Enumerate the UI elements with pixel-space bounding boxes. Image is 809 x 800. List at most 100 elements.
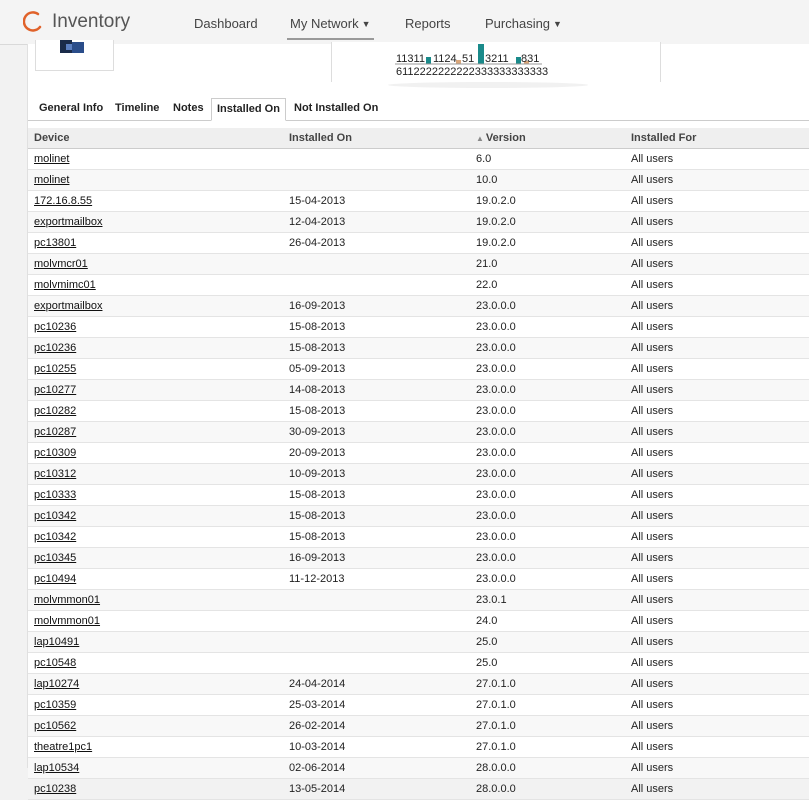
nav-dashboard[interactable]: Dashboard	[194, 16, 258, 31]
device-cell: pc13801	[28, 232, 283, 254]
device-link[interactable]: pc10277	[34, 384, 76, 396]
device-link[interactable]: lap10274	[34, 678, 79, 690]
table-row[interactable]: pc10277 14-08-2013 23.0.0.0 All users	[28, 379, 809, 401]
table-row[interactable]: pc10236 15-08-2013 23.0.0.0 All users	[28, 337, 809, 359]
table-row[interactable]: pc10548 25.0 All users	[28, 652, 809, 674]
installed-on-cell	[283, 631, 470, 653]
table-row[interactable]: molvmmon01 23.0.1 All users	[28, 589, 809, 611]
nav-purchasing[interactable]: Purchasing ▼	[485, 16, 562, 31]
device-link[interactable]: 172.16.8.55	[34, 195, 92, 207]
device-link[interactable]: molinet	[34, 174, 69, 186]
version-distribution-chart: 11311 1124 51 3211 831 61122222222223333…	[331, 42, 661, 82]
device-link[interactable]: molvmmon01	[34, 615, 100, 627]
device-link[interactable]: pc10255	[34, 363, 76, 375]
app-title[interactable]: Inventory	[52, 11, 130, 33]
device-link[interactable]: pc10494	[34, 573, 76, 585]
tab-general-info[interactable]: General Info	[34, 98, 108, 118]
table-row[interactable]: exportmailbox 16-09-2013 23.0.0.0 All users	[28, 295, 809, 317]
table-row[interactable]: pc10342 15-08-2013 23.0.0.0 All users	[28, 526, 809, 548]
table-row[interactable]: molinet 6.0 All users	[28, 148, 809, 170]
nav-my-network[interactable]: My Network ▼	[287, 16, 374, 40]
table-row[interactable]: exportmailbox 12-04-2013 19.0.2.0 All users	[28, 211, 809, 233]
tab-installed-on[interactable]: Installed On	[211, 98, 286, 121]
column-header-installed-for[interactable]: Installed For	[625, 128, 809, 149]
version-cell: 23.0.0.0	[470, 505, 625, 527]
installed-on-cell: 15-08-2013	[283, 484, 470, 506]
version-cell: 6.0	[470, 148, 625, 170]
device-cell: lap10274	[28, 673, 283, 695]
table-row[interactable]: lap10274 24-04-2014 27.0.1.0 All users	[28, 673, 809, 695]
table-row[interactable]: 172.16.8.55 15-04-2013 19.0.2.0 All users	[28, 190, 809, 212]
table-row[interactable]: pc10238 13-05-2014 28.0.0.0 All users	[28, 778, 809, 800]
table-row[interactable]: lap10534 02-06-2014 28.0.0.0 All users	[28, 757, 809, 779]
table-row[interactable]: theatre1pc1 10-03-2014 27.0.1.0 All users	[28, 736, 809, 758]
device-link[interactable]: exportmailbox	[34, 300, 102, 312]
device-cell: molvmimc01	[28, 274, 283, 296]
installed-for-cell: All users	[625, 526, 809, 548]
device-link[interactable]: pc10282	[34, 405, 76, 417]
device-cell: molinet	[28, 148, 283, 170]
installed-for-cell: All users	[625, 169, 809, 191]
table-row[interactable]: pc10236 15-08-2013 23.0.0.0 All users	[28, 316, 809, 338]
device-link[interactable]: pc10236	[34, 342, 76, 354]
device-link[interactable]: pc10562	[34, 720, 76, 732]
device-link[interactable]: molinet	[34, 153, 69, 165]
table-row[interactable]: molvmcr01 21.0 All users	[28, 253, 809, 275]
installed-for-cell: All users	[625, 400, 809, 422]
column-header-version[interactable]: ▲ Version	[470, 128, 625, 149]
installed-on-cell: 15-08-2013	[283, 526, 470, 548]
table-row[interactable]: molvmimc01 22.0 All users	[28, 274, 809, 296]
device-link[interactable]: lap10534	[34, 762, 79, 774]
tab-not-installed-on[interactable]: Not Installed On	[289, 98, 383, 118]
table-row[interactable]: pc13801 26-04-2013 19.0.2.0 All users	[28, 232, 809, 254]
device-link[interactable]: pc10359	[34, 699, 76, 711]
device-link[interactable]: molvmcr01	[34, 258, 88, 270]
device-link[interactable]: pc10287	[34, 426, 76, 438]
installed-for-cell: All users	[625, 379, 809, 401]
device-link[interactable]: pc10236	[34, 321, 76, 333]
tab-timeline[interactable]: Timeline	[110, 98, 164, 118]
device-cell: pc10236	[28, 337, 283, 359]
table-row[interactable]: pc10562 26-02-2014 27.0.1.0 All users	[28, 715, 809, 737]
table-row[interactable]: molinet 10.0 All users	[28, 169, 809, 191]
chevron-down-icon: ▼	[553, 19, 562, 29]
device-link[interactable]: pc10333	[34, 489, 76, 501]
installed-on-cell: 12-04-2013	[283, 211, 470, 233]
device-link[interactable]: lap10491	[34, 636, 79, 648]
table-row[interactable]: pc10287 30-09-2013 23.0.0.0 All users	[28, 421, 809, 443]
table-row[interactable]: pc10494 11-12-2013 23.0.0.0 All users	[28, 568, 809, 590]
device-link[interactable]: pc10345	[34, 552, 76, 564]
device-link[interactable]: pc10342	[34, 531, 76, 543]
nav-reports[interactable]: Reports	[405, 16, 451, 31]
column-header-installed-on[interactable]: Installed On	[283, 128, 470, 149]
device-link[interactable]: exportmailbox	[34, 216, 102, 228]
device-cell: pc10255	[28, 358, 283, 380]
device-link[interactable]: molvmmon01	[34, 594, 100, 606]
table-row[interactable]: lap10491 25.0 All users	[28, 631, 809, 653]
version-cell: 23.0.0.0	[470, 316, 625, 338]
table-row[interactable]: pc10255 05-09-2013 23.0.0.0 All users	[28, 358, 809, 380]
device-cell: exportmailbox	[28, 295, 283, 317]
device-link[interactable]: pc10342	[34, 510, 76, 522]
device-link[interactable]: pc10548	[34, 657, 76, 669]
table-row[interactable]: pc10312 10-09-2013 23.0.0.0 All users	[28, 463, 809, 485]
table-row[interactable]: molvmmon01 24.0 All users	[28, 610, 809, 632]
device-link[interactable]: pc10309	[34, 447, 76, 459]
detail-tabs: General Info Timeline Notes Installed On…	[28, 98, 809, 121]
table-row[interactable]: pc10345 16-09-2013 23.0.0.0 All users	[28, 547, 809, 569]
device-link[interactable]: theatre1pc1	[34, 741, 92, 753]
table-row[interactable]: pc10309 20-09-2013 23.0.0.0 All users	[28, 442, 809, 464]
tab-notes[interactable]: Notes	[168, 98, 209, 118]
device-link[interactable]: pc13801	[34, 237, 76, 249]
device-link[interactable]: pc10312	[34, 468, 76, 480]
table-row[interactable]: pc10333 15-08-2013 23.0.0.0 All users	[28, 484, 809, 506]
installed-on-cell: 10-09-2013	[283, 463, 470, 485]
device-link[interactable]: molvmimc01	[34, 279, 96, 291]
table-row[interactable]: pc10342 15-08-2013 23.0.0.0 All users	[28, 505, 809, 527]
device-link[interactable]: pc10238	[34, 783, 76, 795]
table-row[interactable]: pc10359 25-03-2014 27.0.1.0 All users	[28, 694, 809, 716]
version-cell: 27.0.1.0	[470, 694, 625, 716]
installed-for-cell: All users	[625, 190, 809, 212]
table-row[interactable]: pc10282 15-08-2013 23.0.0.0 All users	[28, 400, 809, 422]
column-header-device[interactable]: Device	[28, 128, 283, 149]
